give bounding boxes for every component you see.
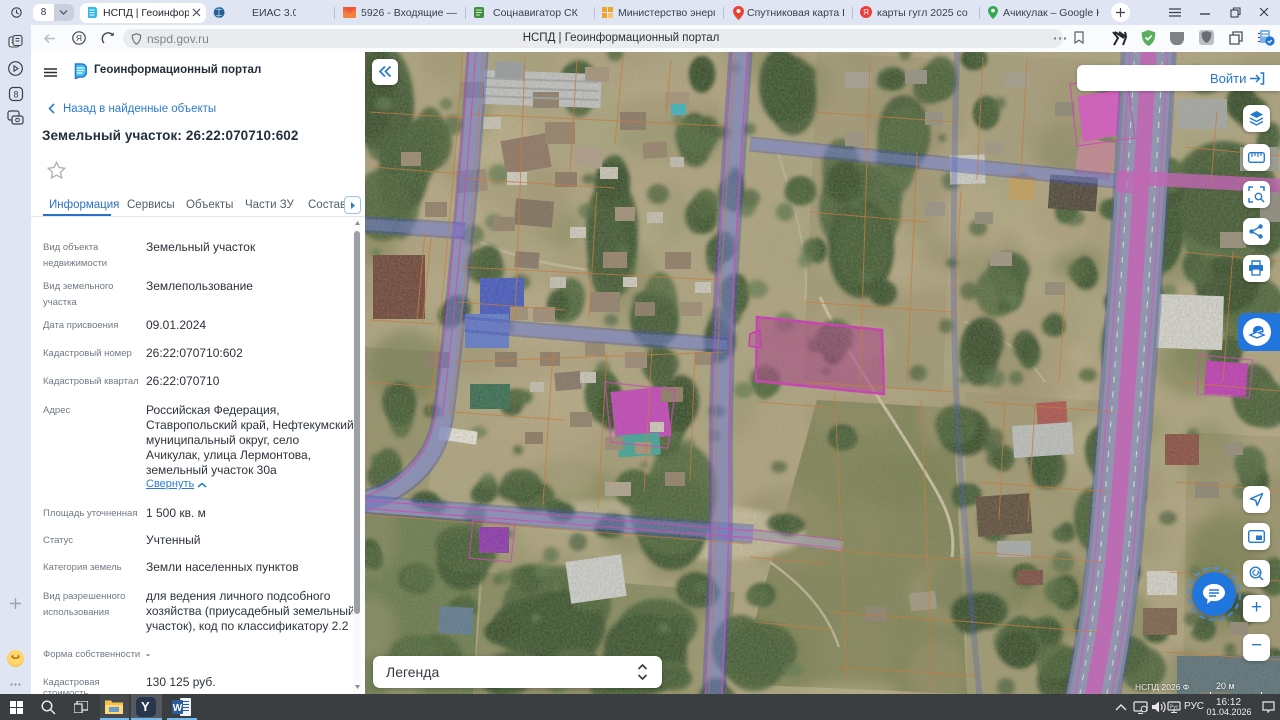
svg-text:W: W — [173, 703, 183, 714]
svg-text:Я: Я — [76, 33, 82, 43]
svg-text:Я: Я — [863, 8, 869, 17]
svg-text:Рус: Рус — [1170, 705, 1179, 711]
svg-text:8: 8 — [13, 90, 18, 100]
